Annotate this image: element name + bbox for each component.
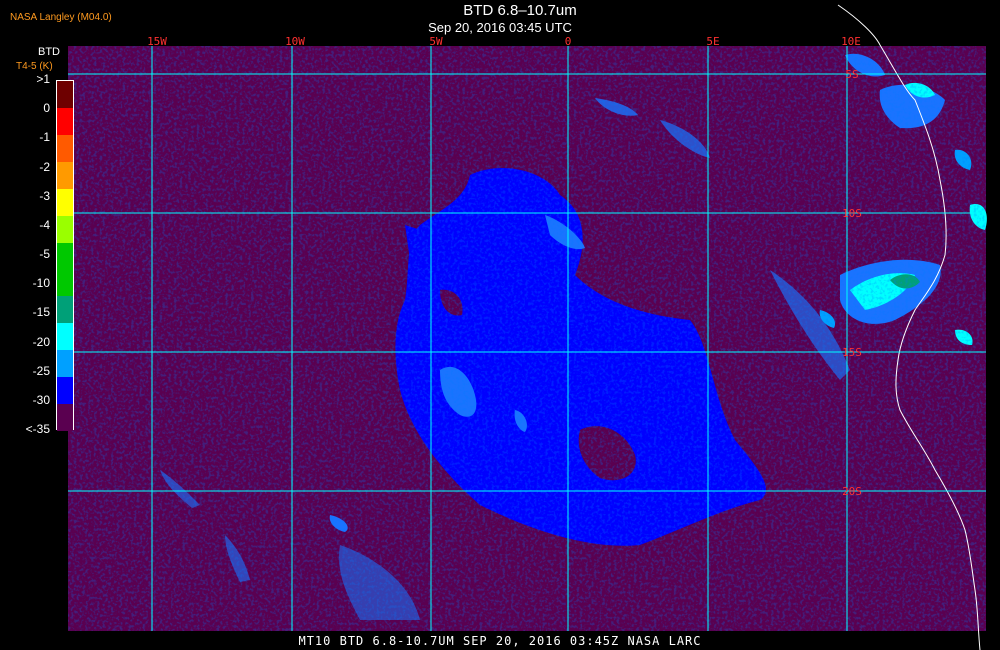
legend-label: >1 <box>36 72 50 86</box>
legend-swatch <box>57 377 73 405</box>
lon-label-10w: 10W <box>285 35 305 48</box>
legend-label: -5 <box>39 247 50 261</box>
lon-label-5w: 5W <box>429 35 443 48</box>
legend-label: -3 <box>39 188 50 203</box>
lon-label-5e: 5E <box>706 35 719 48</box>
legend-swatch <box>57 269 73 297</box>
legend-label: <-35 <box>25 422 50 436</box>
legend-swatch <box>57 350 73 378</box>
legend-swatch <box>57 81 73 108</box>
legend-swatch <box>57 215 73 243</box>
lat-label-20s: 20S <box>842 485 862 498</box>
legend-label: -20 <box>32 334 50 349</box>
satellite-map: 15W 10W 5W 0 5E 10E 5S 10S 15S 20S <box>68 4 987 650</box>
legend-label: -15 <box>32 305 50 320</box>
legend-label: -25 <box>32 363 50 378</box>
lon-label-15w: 15W <box>147 35 167 48</box>
legend-swatch <box>57 242 73 270</box>
legend-units: T4-5 (K) <box>16 61 53 72</box>
image-timestamp: Sep 20, 2016 03:45 UTC <box>428 20 572 35</box>
lat-label-10s: 10S <box>842 207 862 220</box>
legend-swatch <box>57 323 73 351</box>
legend-label: 0 <box>43 101 50 116</box>
legend-swatch <box>57 161 73 189</box>
footer-caption: MT10 BTD 6.8-10.7UM SEP 20, 2016 03:45Z … <box>298 634 702 648</box>
image-title: BTD 6.8–10.7um <box>463 2 577 19</box>
legend-swatch <box>57 404 73 431</box>
lat-label-15s: 15S <box>842 346 862 359</box>
legend-swatch <box>57 134 73 162</box>
legend-swatch <box>57 188 73 216</box>
lon-label-10e: 10E <box>841 35 861 48</box>
legend-color-bar <box>56 80 74 431</box>
legend-label: -30 <box>32 392 50 407</box>
lon-label-0: 0 <box>565 35 572 48</box>
legend-label: -4 <box>39 217 50 232</box>
legend-label: -1 <box>39 130 50 145</box>
legend-swatch <box>57 296 73 324</box>
legend-label: -10 <box>32 276 50 291</box>
legend-label: -2 <box>39 159 50 174</box>
lat-label-5s: 5S <box>845 68 858 81</box>
legend-title: BTD <box>38 46 60 58</box>
legend-swatch <box>57 107 73 135</box>
speckle-texture <box>68 46 986 631</box>
